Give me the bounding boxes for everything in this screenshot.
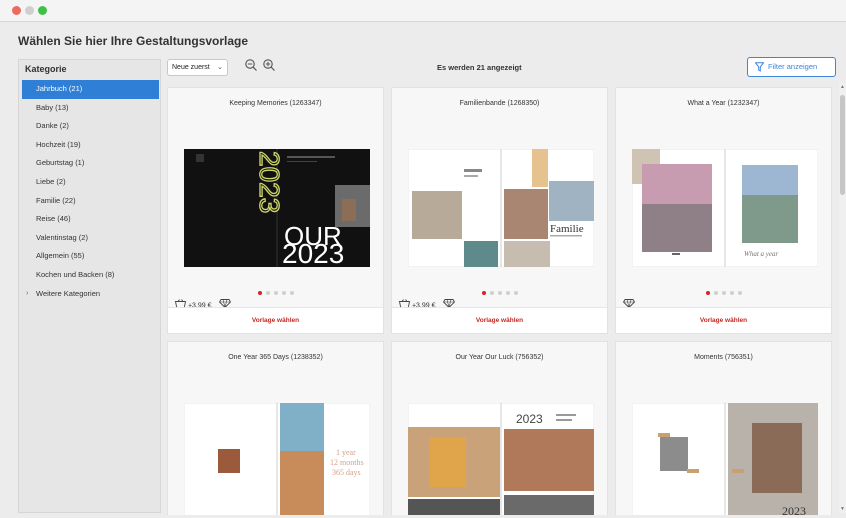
scrollbar-thumb[interactable] [840, 95, 845, 195]
page-dot[interactable] [513, 291, 518, 295]
sidebar-item-hochzeit[interactable]: Hochzeit (19) [22, 136, 159, 155]
page-dot[interactable] [721, 291, 726, 295]
page-indicator[interactable] [392, 288, 607, 297]
cover-familie-text: Familie [550, 223, 584, 235]
more-categories-label: Weitere Kategorien [36, 288, 101, 298]
page-dot[interactable] [273, 291, 278, 295]
card-title: Moments (756351) [694, 354, 753, 361]
page-dot[interactable] [257, 291, 262, 295]
page-indicator[interactable] [168, 288, 383, 297]
sidebar-item-more-categories[interactable]: › Weitere Kategorien [22, 285, 159, 304]
sidebar-item-kochen-backen[interactable]: Kochen und Backen (8) [22, 266, 159, 285]
card-title: What a Year (1232347) [687, 100, 760, 107]
filter-button-label: Filter anzeigen [768, 62, 818, 71]
sidebar-item-valentinstag[interactable]: Valentinstag (2) [22, 229, 159, 248]
sidebar-item-familie[interactable]: Familie (22) [22, 192, 159, 211]
template-card-familienbande[interactable]: Familienbande (1268350) Familie +3,99 € [391, 87, 608, 334]
template-preview[interactable]: 2023 [408, 403, 594, 515]
chevron-down-icon: ⌄ [217, 64, 223, 71]
page-dot[interactable] [505, 291, 510, 295]
cover-line-3: 365 days [332, 468, 361, 477]
template-grid: Keeping Memories (1263347) 2023 OUR 2023… [165, 83, 841, 515]
page-dot[interactable] [729, 291, 734, 295]
sidebar-item-danke[interactable]: Danke (2) [22, 117, 159, 136]
select-template-link[interactable]: Vorlage wählen [616, 307, 831, 333]
cover-line-1: 1 year [336, 448, 356, 457]
template-preview[interactable]: 1 year 12 months 365 days [184, 403, 370, 515]
page-dot[interactable] [481, 291, 486, 295]
sidebar-item-reise[interactable]: Reise (46) [22, 210, 159, 229]
page-dot[interactable] [489, 291, 494, 295]
select-template-link[interactable]: Vorlage wählen [392, 307, 607, 333]
window-titlebar [0, 0, 846, 22]
result-count: Es werden 21 angezeigt [437, 63, 522, 72]
sort-select-value: Neue zuerst [172, 64, 210, 71]
select-template-link[interactable]: Vorlage wählen [168, 307, 383, 333]
scroll-up-icon[interactable]: ▲ [839, 84, 846, 90]
template-card-one-year-365-days[interactable]: One Year 365 Days (1238352) 1 year 12 mo… [167, 341, 384, 515]
template-card-moments[interactable]: Moments (756351) 2023 [615, 341, 832, 515]
cover-line-2: 12 months [330, 458, 364, 467]
template-preview[interactable]: 2023 [632, 403, 818, 515]
scroll-down-icon[interactable]: ▼ [839, 506, 846, 512]
card-title: Familienbande (1268350) [459, 100, 540, 107]
filter-button[interactable]: Filter anzeigen [747, 57, 836, 77]
card-title: Keeping Memories (1263347) [229, 100, 322, 107]
sidebar-title: Kategorie [25, 64, 67, 74]
filter-icon [755, 62, 764, 72]
card-title: One Year 365 Days (1238352) [228, 354, 323, 361]
cover-year-text: 2023 [516, 412, 543, 426]
sort-select[interactable]: Neue zuerst ⌄ [167, 59, 228, 76]
minimize-window-button[interactable] [25, 6, 34, 15]
template-preview[interactable]: What a year [632, 149, 818, 267]
chevron-right-icon: › [26, 289, 29, 297]
sidebar-item-jahrbuch[interactable]: Jahrbuch (21) [22, 80, 159, 99]
sidebar-item-geburtstag[interactable]: Geburtstag (1) [22, 154, 159, 173]
card-title: Our Year Our Luck (756352) [455, 354, 544, 361]
cover-caption-text: What a year [744, 250, 778, 258]
zoom-out-icon[interactable] [244, 58, 258, 72]
zoom-in-icon[interactable] [262, 58, 276, 72]
page-indicator[interactable] [616, 288, 831, 297]
page-dot[interactable] [497, 291, 502, 295]
template-card-what-a-year[interactable]: What a Year (1232347) What a year Vorlag… [615, 87, 832, 334]
page-dot[interactable] [737, 291, 742, 295]
page-dot[interactable] [705, 291, 710, 295]
page-dot[interactable] [289, 291, 294, 295]
zoom-window-button[interactable] [38, 6, 47, 15]
page-dot[interactable] [265, 291, 270, 295]
sidebar-item-baby[interactable]: Baby (13) [22, 99, 159, 118]
close-window-button[interactable] [12, 6, 21, 15]
toolbar: Neue zuerst ⌄ Es werden 21 angezeigt Fil… [167, 57, 837, 79]
template-preview[interactable]: 2023 OUR 2023 [184, 149, 370, 267]
page-dot[interactable] [281, 291, 286, 295]
sidebar-item-liebe[interactable]: Liebe (2) [22, 173, 159, 192]
category-sidebar: Kategorie Jahrbuch (21) Baby (13) Danke … [18, 59, 161, 513]
sidebar-item-allgemein[interactable]: Allgemein (55) [22, 247, 159, 266]
page-title: Wählen Sie hier Ihre Gestaltungsvorlage [18, 34, 249, 48]
cover-year-text: 2023 [254, 151, 285, 213]
template-card-keeping-memories[interactable]: Keeping Memories (1263347) 2023 OUR 2023… [167, 87, 384, 334]
category-list: Jahrbuch (21) Baby (13) Danke (2) Hochze… [22, 80, 159, 303]
template-card-our-year-our-luck[interactable]: Our Year Our Luck (756352) 2023 [391, 341, 608, 515]
cover-year-text-2: 2023 [282, 238, 344, 267]
template-preview[interactable]: Familie [408, 149, 594, 267]
page-dot[interactable] [713, 291, 718, 295]
cover-year-text: 2023 [782, 504, 806, 515]
vertical-scrollbar[interactable]: ▲ ▼ [839, 83, 846, 513]
